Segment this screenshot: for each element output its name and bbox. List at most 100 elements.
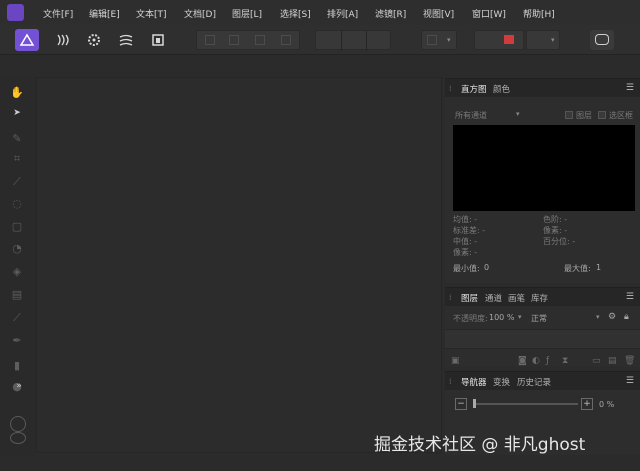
group-icon[interactable]: ▭ [592,356,601,366]
quick-mask-icon[interactable] [504,35,514,44]
drag-handle-icon[interactable]: ⁞ [449,84,452,93]
min-value-label: 最小值: [453,264,480,273]
blend-mode-select[interactable]: 正常 [531,313,547,324]
layers-panel: ⁞ 图层 通道 画笔 库存 ☰ 不透明度: 100 % ▾ 正常 ▾ ⚙ 🔒︎ … [445,287,640,367]
add-layer-icon[interactable]: ▤ [608,356,617,366]
histogram-panel-header: ⁞ 直方图 颜色 ☰ [445,79,640,97]
panel-menu-icon[interactable]: ☰ [626,292,634,302]
tab-colour[interactable]: 颜色 [493,83,510,95]
channel-select[interactable]: 所有通道 [455,110,487,121]
stat-pixels: 像素: - [453,248,478,257]
layer-checkbox[interactable] [565,111,573,119]
export-persona-icon[interactable] [146,29,170,51]
zoom-slider[interactable] [473,403,578,405]
stat-mean: 均值: - [453,215,478,224]
photo-persona-icon[interactable] [15,29,39,51]
live-filter-icon[interactable]: ⧗ [562,356,568,366]
flood-select-icon[interactable]: ◌ [10,197,24,210]
navigator-panel-header: ⁞ 导航器 变换 历史记录 ☰ [445,372,640,390]
tab-histogram[interactable]: 直方图 [461,83,487,95]
tab-layers[interactable]: 图层 [461,292,478,304]
max-value: 1 [596,263,602,272]
colour-picker-icon[interactable]: ◔ [10,242,24,255]
selection-tool-group [196,30,300,50]
crop-icon[interactable] [281,35,291,45]
tab-history[interactable]: 历史记录 [517,376,551,388]
menu-bar: 文件[F] 编辑[E] 文本[T] 文档[D] 图层[L] 选择[S] 排列[A… [0,0,640,25]
menu-arrange[interactable]: 排列[A] [327,7,358,20]
pen-tool-icon[interactable]: ✒ [10,334,24,347]
select-icon[interactable] [205,35,215,45]
develop-persona-icon[interactable] [82,29,106,51]
tone-mapping-persona-icon[interactable] [114,29,138,51]
zoom-slider-handle[interactable] [473,399,476,408]
layers-list[interactable] [445,329,640,349]
snapping-dropdown[interactable]: ▾ [421,30,457,50]
colour-swatch-icon[interactable] [10,416,26,432]
tab-channels[interactable]: 通道 [485,292,502,304]
snapping-icon [427,35,437,45]
tab-brushes[interactable]: 画笔 [508,292,525,304]
lock-icon[interactable]: 🔒︎ [624,312,629,322]
menu-window[interactable]: 窗口[W] [472,7,506,20]
zoom-out-button[interactable]: − [455,398,467,410]
view-tool-icon[interactable]: ✎ [10,132,24,145]
trash-icon[interactable]: 🗑︎ [624,356,635,366]
context-toolbar: ▾ ▾ [0,25,640,55]
move-tool-icon[interactable]: ➤ [10,107,24,120]
panel-menu-icon[interactable]: ☰ [626,376,634,386]
stat-level: 色阶: - [543,215,568,224]
menu-filters[interactable]: 滤镜[R] [375,7,406,20]
stat-std-dev: 标准差: - [453,226,486,235]
tab-navigator[interactable]: 导航器 [461,376,487,388]
liquify-persona-icon[interactable] [50,29,74,51]
menu-select[interactable]: 选择[S] [280,7,311,20]
mask-icon[interactable]: ◙ [518,356,527,366]
assistant-button[interactable] [590,30,614,50]
tools-panel: ✋ ➤ ✎ ⌗ ⟋ ◌ ▢ ◔ ◈ ▤ ⟋ ✒ ▮ ● » [0,76,36,456]
selection-brush-icon[interactable]: ⟋ [10,175,24,188]
menu-file[interactable]: 文件[F] [43,7,73,20]
mode-dropdown[interactable]: ▾ [526,30,560,50]
gradient-tool-icon[interactable]: ▤ [10,288,24,301]
crop-tool-icon[interactable]: ⌗ [10,152,24,165]
chevron-down-icon: ▾ [518,313,522,321]
opacity-label: 不透明度: [453,314,488,323]
operation-button-group [315,30,391,51]
menu-help[interactable]: 帮助[H] [523,7,555,20]
assistant-icon [595,34,609,45]
menu-view[interactable]: 视图[V] [423,7,454,20]
tab-stock[interactable]: 库存 [531,292,548,304]
more-tools-icon[interactable]: » [12,380,26,393]
secondary-colour-icon[interactable] [10,432,26,444]
zoom-in-button[interactable]: + [581,398,593,410]
fill-tool-icon[interactable]: ◈ [10,265,24,278]
min-value: 0 [484,263,490,272]
layer-stack-icon[interactable]: ▣ [451,356,460,366]
selection-checkbox[interactable] [598,111,606,119]
menu-text[interactable]: 文本[T] [136,7,167,20]
marquee-tool-icon[interactable]: ▢ [10,220,24,233]
stat-count: 像素: - [543,226,568,235]
menu-edit[interactable]: 编辑[E] [89,7,120,20]
menu-document[interactable]: 文档[D] [184,7,216,20]
drag-handle-icon[interactable]: ⁞ [449,377,452,386]
document-canvas[interactable] [36,77,442,453]
chevron-down-icon: ▾ [447,36,451,44]
menu-layer[interactable]: 图层[L] [232,7,262,20]
settings-gear-icon[interactable]: ⚙ [608,312,616,322]
brush-icon[interactable] [229,35,239,45]
adjustment-icon[interactable]: ◐ [532,356,540,366]
quick-mask-group[interactable] [474,30,524,50]
hand-tool-icon[interactable]: ✋ [10,86,24,99]
watermark-text: 掘金技术社区 @ 非凡ghost [374,435,586,455]
panel-menu-icon[interactable]: ☰ [626,83,634,93]
tab-transform[interactable]: 变换 [493,376,510,388]
paint-brush-icon[interactable]: ⟋ [10,311,24,324]
erase-brush-icon[interactable]: ▮ [10,359,24,372]
drag-handle-icon[interactable]: ⁞ [449,293,452,302]
opacity-value[interactable]: 100 % [489,313,514,322]
fx-icon[interactable]: ƒ [546,356,549,366]
refine-icon[interactable] [255,35,265,45]
zoom-value: 0 % [599,400,615,409]
